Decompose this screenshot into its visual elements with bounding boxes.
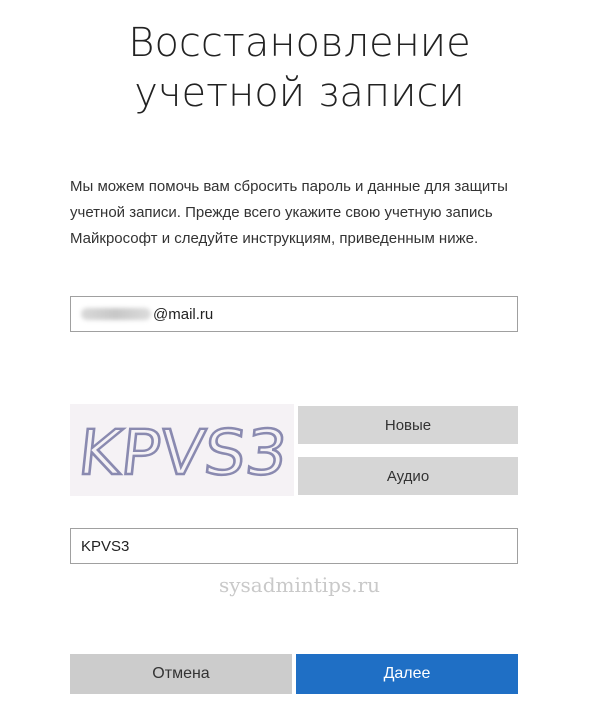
cancel-button[interactable]: Отмена xyxy=(70,654,292,694)
captcha-input[interactable]: KPVS3 xyxy=(70,528,518,564)
captcha-input-value: KPVS3 xyxy=(81,537,130,555)
captcha-text: KPVS3 xyxy=(75,416,291,489)
new-captcha-button[interactable]: Новые xyxy=(298,406,518,444)
instructions-text: Мы можем помочь вам сбросить пароль и да… xyxy=(70,178,508,247)
audio-captcha-button[interactable]: Аудио xyxy=(298,457,518,495)
next-button[interactable]: Далее xyxy=(296,654,518,694)
watermark: sysadmintips.ru xyxy=(218,573,381,597)
captcha-image: KPVS3 xyxy=(70,404,294,496)
page-title-line-2: учетной записи xyxy=(134,70,465,116)
email-domain-text: @mail.ru xyxy=(153,305,214,323)
page-title: Восстановление учетной записи xyxy=(0,18,599,118)
blurred-username xyxy=(81,308,151,320)
page-title-line-1: Восстановление xyxy=(128,20,471,66)
email-field[interactable]: @mail.ru xyxy=(70,296,518,332)
